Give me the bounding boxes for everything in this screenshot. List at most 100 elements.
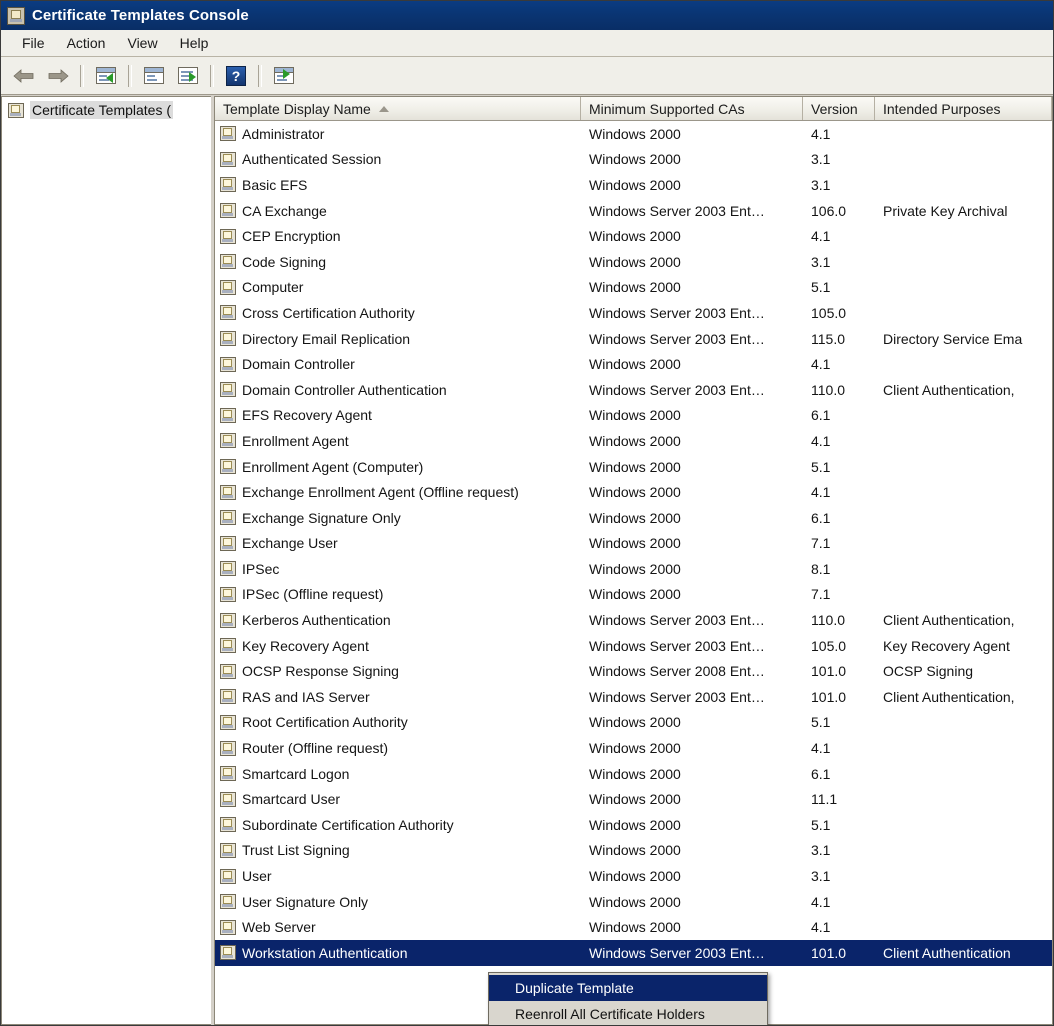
console-body: Certificate Templates ( Template Display… [1,96,1053,1025]
cell-template-display-name: Kerberos Authentication [215,612,581,628]
cell-minimum-supported-cas: Windows Server 2003 Ent… [589,637,765,654]
cell-version: 7.1 [811,586,831,603]
cell-minimum-supported-cas: Windows 2000 [589,535,681,552]
cell-minimum-supported-cas: Windows 2000 [589,484,681,501]
cell-version: 101.0 [811,663,847,680]
table-row[interactable]: Smartcard Logon Windows 2000 6.1 [215,761,1052,787]
cell-minimum-supported-cas: Windows 2000 [589,740,681,757]
menu-item-help[interactable]: Help [169,32,220,54]
show-hide-tree-button[interactable] [91,62,121,90]
cell-version: 3.1 [811,253,831,270]
column-header-version[interactable]: Version [803,97,875,120]
template-name-label: Smartcard Logon [242,765,350,782]
export-list-button[interactable] [173,62,203,90]
table-row[interactable]: Domain Controller Authentication Windows … [215,377,1052,403]
cell-intended-purposes: Directory Service Ema [883,330,1023,347]
back-button[interactable] [9,62,39,90]
certificate-template-icon [220,331,236,347]
menu-item-file[interactable]: File [11,32,56,54]
template-name-label: EFS Recovery Agent [242,407,372,424]
context-menu-item[interactable]: Duplicate Template [489,975,767,1001]
title-bar: Certificate Templates Console [1,1,1053,30]
sort-ascending-icon [378,105,389,112]
table-row[interactable]: RAS and IAS Server Windows Server 2003 En… [215,684,1052,710]
table-row[interactable]: Web Server Windows 2000 4.1 [215,914,1052,940]
table-row[interactable]: Subordinate Certification Authority Windo… [215,812,1052,838]
cell-minimum-supported-cas: Windows 2000 [589,407,681,424]
tree-node-certificate-templates[interactable]: Certificate Templates ( [2,99,211,121]
certificate-template-icon [220,894,236,910]
certificate-template-icon [220,484,236,500]
table-row[interactable]: Computer Windows 2000 5.1 [215,275,1052,301]
certificate-template-icon [220,510,236,526]
table-row[interactable]: Workstation Authentication Windows Server… [215,940,1052,966]
table-row[interactable]: Code Signing Windows 2000 3.1 [215,249,1052,275]
table-row[interactable]: Kerberos Authentication Windows Server 20… [215,607,1052,633]
table-row[interactable]: Authenticated Session Windows 2000 3.1 [215,147,1052,173]
certificate-template-icon [220,151,236,167]
table-row[interactable]: IPSec Windows 2000 8.1 [215,556,1052,582]
context-menu-item[interactable]: Reenroll All Certificate Holders [489,1001,767,1025]
table-row[interactable]: Key Recovery Agent Windows Server 2003 En… [215,633,1052,659]
table-row[interactable]: Router (Offline request) Windows 2000 4.1 [215,735,1052,761]
template-name-label: Basic EFS [242,176,308,193]
cell-template-display-name: RAS and IAS Server [215,689,581,705]
table-row[interactable]: Root Certification Authority Windows 2000… [215,710,1052,736]
template-name-label: Kerberos Authentication [242,612,391,629]
table-row[interactable]: Domain Controller Windows 2000 4.1 [215,351,1052,377]
show-action-pane-button[interactable] [269,62,299,90]
cell-minimum-supported-cas: Windows 2000 [589,509,681,526]
cell-template-display-name: OCSP Response Signing [215,663,581,679]
template-name-label: CA Exchange [242,202,327,219]
template-name-label: Exchange User [242,535,338,552]
cell-minimum-supported-cas: Windows 2000 [589,791,681,808]
table-row[interactable]: CEP Encryption Windows 2000 4.1 [215,223,1052,249]
table-row[interactable]: OCSP Response Signing Windows Server 2008… [215,658,1052,684]
table-row[interactable]: Exchange Enrollment Agent (Offline reque… [215,479,1052,505]
certificate-template-icon [220,766,236,782]
table-row[interactable]: User Signature Only Windows 2000 4.1 [215,889,1052,915]
cell-intended-purposes: Client Authentication, [883,612,1015,629]
table-row[interactable]: Enrollment Agent Windows 2000 4.1 [215,428,1052,454]
menu-item-view[interactable]: View [116,32,168,54]
table-row[interactable]: CA Exchange Windows Server 2003 Ent… 106.0… [215,198,1052,224]
certificate-template-icon [220,612,236,628]
action-pane-icon [274,67,294,84]
table-row[interactable]: Trust List Signing Windows 2000 3.1 [215,838,1052,864]
table-row[interactable]: Directory Email Replication Windows Serve… [215,326,1052,352]
help-button[interactable]: ? [221,62,251,90]
cell-minimum-supported-cas: Windows Server 2003 Ent… [589,944,765,961]
cell-template-display-name: Cross Certification Authority [215,305,581,321]
table-row[interactable]: Exchange Signature Only Windows 2000 6.1 [215,505,1052,531]
tool-bar: ? [1,57,1053,95]
template-name-label: User [242,868,272,885]
table-row[interactable]: IPSec (Offline request) Windows 2000 7.1 [215,582,1052,608]
table-row[interactable]: Cross Certification Authority Windows Ser… [215,300,1052,326]
certificate-template-icon [220,868,236,884]
cell-template-display-name: Administrator [215,126,581,142]
template-name-label: Router (Offline request) [242,740,389,757]
table-row[interactable]: Smartcard User Windows 2000 11.1 [215,786,1052,812]
properties-button[interactable] [139,62,169,90]
certificate-template-icon [220,407,236,423]
cell-minimum-supported-cas: Windows 2000 [589,765,681,782]
certificate-template-icon [220,791,236,807]
table-row[interactable]: Exchange User Windows 2000 7.1 [215,531,1052,557]
table-row[interactable]: Basic EFS Windows 2000 3.1 [215,172,1052,198]
column-header-template-display-name[interactable]: Template Display Name [215,97,581,120]
template-name-label: Code Signing [242,253,327,270]
cell-version: 4.1 [811,432,831,449]
table-row[interactable]: User Windows 2000 3.1 [215,863,1052,889]
cell-template-display-name: Subordinate Certification Authority [215,817,581,833]
template-name-label: Computer [242,279,304,296]
tree-node-label: Certificate Templates ( [30,101,174,119]
column-header-intended-purposes[interactable]: Intended Purposes [875,97,1052,120]
column-header-minimum-supported-cas[interactable]: Minimum Supported CAs [581,97,803,120]
table-row[interactable]: EFS Recovery Agent Windows 2000 6.1 [215,403,1052,429]
cell-version: 3.1 [811,176,831,193]
cell-minimum-supported-cas: Windows 2000 [589,151,681,168]
menu-item-action[interactable]: Action [56,32,117,54]
table-row[interactable]: Administrator Windows 2000 4.1 [215,121,1052,147]
forward-button[interactable] [43,62,73,90]
table-row[interactable]: Enrollment Agent (Computer) Windows 2000 5… [215,454,1052,480]
